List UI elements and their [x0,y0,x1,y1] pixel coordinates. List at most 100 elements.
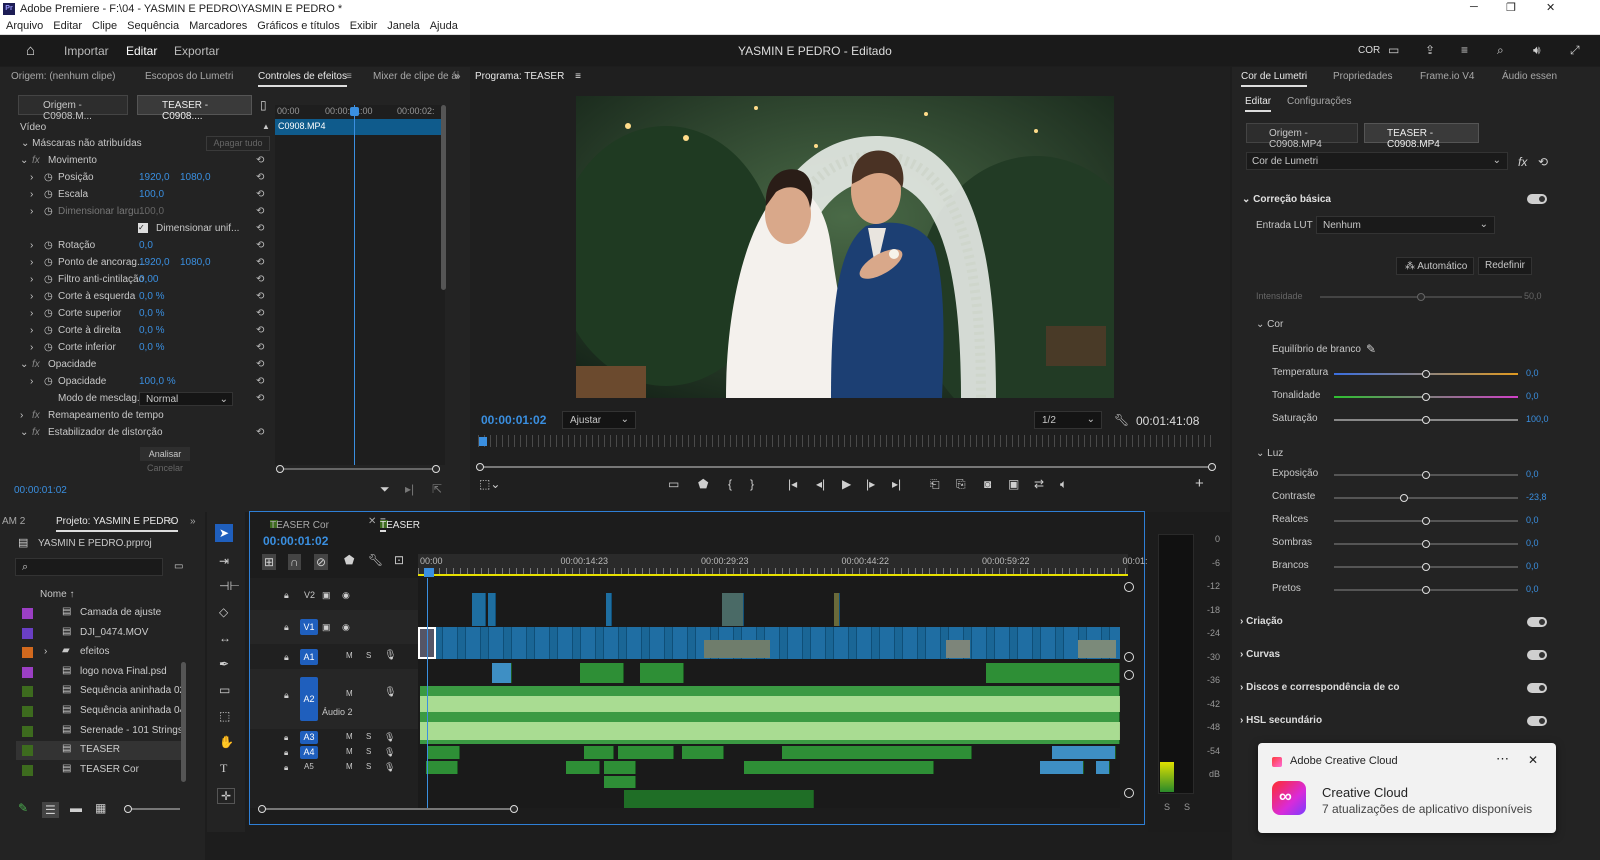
slider-track[interactable] [1334,471,1518,479]
menu-item[interactable]: Janela [387,20,419,32]
param-value[interactable]: 1920,0 [139,172,170,183]
slider-knob[interactable] [1422,416,1430,424]
label-color-swatch[interactable] [22,647,33,659]
menu-item[interactable]: Exibir [350,20,378,32]
share-icon[interactable]: ⇪ [1425,44,1435,56]
go-to-in-icon[interactable]: |◂ [788,478,797,490]
section-toggle[interactable] [1527,683,1547,693]
a2-target[interactable]: A2 [300,677,318,721]
chevron-icon[interactable]: › [30,257,33,268]
chevron-icon[interactable]: › [30,376,33,387]
v2-clip[interactable] [472,593,486,626]
step-back-icon[interactable]: ◂| [816,478,825,490]
slider-knob[interactable] [1422,393,1430,401]
cor-label[interactable]: COR [1358,45,1380,56]
slider-value[interactable]: 0,0 [1526,561,1539,571]
generative-icon[interactable]: ✛ [217,788,236,804]
stopwatch-icon[interactable]: ◷ [44,274,53,285]
eyedropper-icon[interactable]: ✎ [1366,343,1376,355]
param-value[interactable]: 0,00 [139,274,158,285]
track-a1[interactable]: 🔒︎ A1 M S 🎙︎ [250,646,418,668]
reset-icon[interactable]: ⟲ [256,291,264,302]
reset-icon[interactable]: ⟲ [256,325,264,336]
chevron-icon[interactable]: › [30,308,33,319]
slider-track[interactable] [1334,540,1518,548]
v1-clip-strip[interactable] [420,627,1120,659]
filter-icon[interactable]: ⏷ [380,483,390,495]
slider-knob[interactable] [1422,370,1430,378]
tab-mixer[interactable]: Mixer de clipe de ái [373,71,459,82]
close-icon[interactable]: ✕ [1546,1,1555,14]
playhead[interactable] [354,105,355,465]
tab-exportar[interactable]: Exportar [174,44,219,58]
slider-knob[interactable] [1422,540,1430,548]
track-a2[interactable]: 🔒︎ A2 M 🎙︎ Áudio 2 [250,669,418,729]
a1-clip[interactable] [986,663,1120,683]
razor-icon[interactable]: ◇ [219,606,228,618]
param-value[interactable]: 0,0 % [139,342,165,353]
add-marker-icon[interactable]: ⬟ [344,554,354,566]
effect-param-row[interactable]: › ◷ Posição 1920,0 1080,0 ⟲ [0,170,275,187]
lock-icon[interactable]: 🔒︎ [284,762,288,774]
solo-button[interactable]: S [366,747,371,756]
slider-knob[interactable] [1422,563,1430,571]
notification-close-icon[interactable]: ✕ [1528,753,1538,767]
minimize-icon[interactable]: ─ [1470,1,1478,13]
slider-value[interactable]: 0,0 [1526,368,1539,378]
param-value[interactable]: 100,0 [139,206,164,217]
lumetri-section[interactable]: › Discos e correspondência de co [1240,682,1590,698]
mute-button[interactable]: M [346,651,353,660]
lumetri-clip-origem[interactable]: Origem - C0908.MP4 [1246,123,1358,150]
section-toggle[interactable] [1527,617,1547,627]
a4-clip[interactable] [1096,761,1110,774]
pencil-icon[interactable]: ✎ [18,802,28,814]
v2-clip[interactable] [488,593,496,626]
v1-target[interactable]: V1 [300,619,318,635]
export-icon[interactable]: ⇱ [432,483,442,495]
timeline-timecode[interactable]: 00:00:01:02 [263,534,328,548]
timeline-ruler[interactable]: 00:00 00:00:14:23 00:00:29:23 00:00:44:22 00… [418,554,1153,576]
reset-icon[interactable]: ⟲ [256,206,264,217]
lock-icon[interactable]: 🔒︎ [284,747,288,759]
slider-value[interactable]: 0,0 [1526,391,1539,401]
selection-tool-icon[interactable]: ➤ [215,524,234,542]
color-section[interactable]: ⌄ Cor [1256,319,1283,330]
chevron-icon[interactable]: › [30,240,33,251]
a3-clip[interactable] [682,746,724,759]
a4-clip[interactable] [604,761,636,774]
slider-knob[interactable] [1422,471,1430,479]
zoom-scrollbar[interactable] [276,465,440,473]
mute-button[interactable]: M [346,747,353,756]
effect-param-row[interactable]: › ◷ Corte superior 0,0 % ⟲ [0,306,275,323]
slider-value[interactable]: 0,0 [1526,469,1539,479]
lock-icon[interactable]: 🔒︎ [284,589,289,601]
menu-item[interactable]: Arquivo [6,20,43,32]
program-video-frame[interactable] [576,96,1114,398]
slider-track[interactable] [1334,393,1518,401]
param-value[interactable]: 100,0 [139,189,164,200]
lut-select[interactable]: Nenhum ⌄ [1316,216,1495,234]
project-item[interactable]: ▤ logo nova Final.psd [16,663,186,682]
program-timecode[interactable]: 00:00:01:02 [481,413,546,427]
effect-param-row[interactable]: › ◷ Corte à esquerda 0,0 % ⟲ [0,289,275,306]
stopwatch-icon[interactable]: ◷ [44,240,53,251]
compare-icon[interactable]: ▭ [668,478,679,490]
analyze-button[interactable]: Analisar [140,447,190,461]
a3-clip[interactable] [584,746,614,759]
linked-selection-icon[interactable]: ⊘ [314,554,329,570]
menu-item[interactable]: Sequência [127,20,179,32]
effect-param-row[interactable]: › ◷ Dimensionar largu... 100,0 ⟲ [0,204,275,221]
reset-icon[interactable]: ⟲ [256,189,264,200]
a5-clip[interactable] [604,776,636,788]
chevron-icon[interactable]: › [20,410,23,421]
reset-button[interactable]: Redefinir [1478,257,1532,275]
stopwatch-icon[interactable]: ◷ [44,325,53,336]
slider-track[interactable] [1334,494,1518,502]
param-value[interactable]: 0,0 % [139,325,165,336]
stopwatch-icon[interactable]: ◷ [44,257,53,268]
reset-icon[interactable]: ⟲ [256,359,264,370]
effect-param-row[interactable]: Modo de mesclag... Normal ⌄ ⟲ [0,391,275,408]
resolution-select[interactable]: 1/2 ⌄ [1034,411,1102,429]
chevron-icon[interactable]: ⌄ [20,427,28,438]
name-column-header[interactable]: Nome ↑ [40,589,74,600]
